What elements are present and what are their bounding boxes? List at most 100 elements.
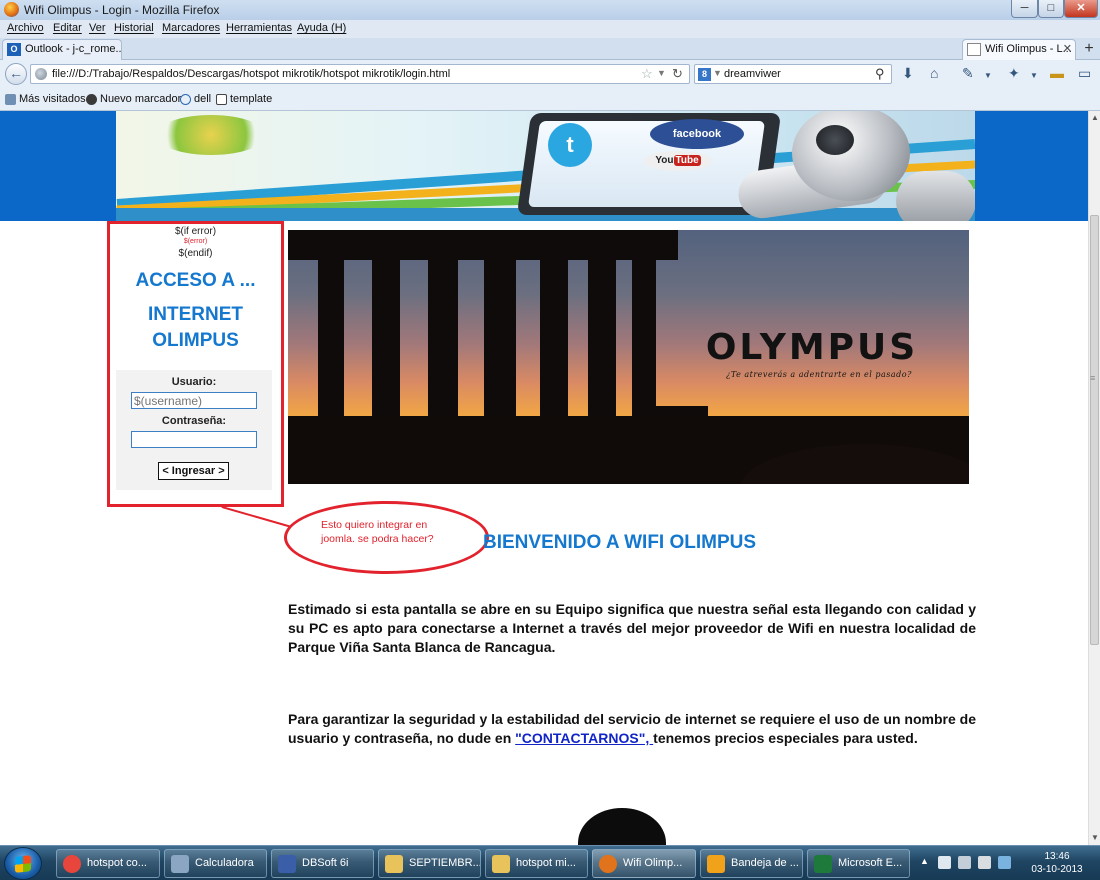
password-input[interactable] <box>131 431 257 448</box>
network-icon[interactable] <box>958 856 971 869</box>
task-calculadora[interactable]: Calculadora <box>164 849 267 878</box>
robot-body <box>896 171 975 221</box>
tab-wifi-olimpus[interactable]: Wifi Olimpus - L... ✕ <box>962 39 1076 60</box>
contact-link[interactable]: "CONTACTARNOS", <box>515 730 653 746</box>
maximize-button[interactable]: □ <box>1038 0 1064 18</box>
endif-text: $(endif) <box>178 248 213 259</box>
firefox-icon <box>599 855 617 873</box>
menu-herramientas[interactable]: Herramientas <box>226 22 292 34</box>
excel-icon <box>814 855 832 873</box>
menu-editar[interactable]: Editar <box>53 22 82 34</box>
windows-logo-icon <box>15 855 31 873</box>
task-folder-septiembre[interactable]: SEPTIEMBR... <box>378 849 481 878</box>
globe-icon <box>35 68 47 80</box>
calculator-icon <box>171 855 189 873</box>
navigation-bar: ← file:///D:/Trabajo/Respaldos/Descargas… <box>0 60 1100 88</box>
tab-label: Outlook - j-c_rome... <box>25 43 122 55</box>
feed-icon[interactable]: ▬ <box>1050 66 1064 80</box>
social-banner: t facebook You Tube <box>116 111 975 221</box>
task-outlook[interactable]: Bandeja de ... <box>700 849 803 878</box>
volume-muted-icon[interactable] <box>978 856 991 869</box>
page-icon <box>216 94 227 105</box>
close-tab-icon[interactable]: ✕ <box>1063 40 1072 58</box>
login-button[interactable]: < Ingresar > <box>158 462 229 480</box>
home-icon[interactable]: ⌂ <box>930 66 938 80</box>
task-excel[interactable]: Microsoft E... <box>807 849 910 878</box>
bookmark-template[interactable]: template <box>216 93 272 105</box>
temple-column <box>540 230 568 430</box>
close-button[interactable]: ✕ <box>1064 0 1098 18</box>
security-paragraph: Para garantizar la seguridad y la estabi… <box>288 711 976 746</box>
bookmark-folder-icon <box>5 94 16 105</box>
tab-outlook[interactable]: O Outlook - j-c_rome... <box>2 39 122 60</box>
scroll-up-icon[interactable]: ▲ <box>1091 113 1099 122</box>
search-engine-icon[interactable]: 8 <box>698 68 711 81</box>
menu-historial[interactable]: Historial <box>114 22 154 34</box>
bookmarks-toolbar: Más visitados Nuevo marcador dell templa… <box>0 88 1100 111</box>
title-bar: Wifi Olimpus - Login - Mozilla Firefox ─… <box>0 0 1100 20</box>
search-input[interactable]: dreamviwer <box>724 68 781 80</box>
system-tray-icon[interactable] <box>998 856 1011 869</box>
engine-dropdown-icon[interactable]: ▼ <box>713 68 722 78</box>
downloads-icon[interactable]: ⬇ <box>902 66 914 80</box>
olympus-logo: OLYMPUS <box>705 327 919 368</box>
clock[interactable]: 13:46 03-10-2013 <box>1018 850 1096 876</box>
reload-icon[interactable]: ↻ <box>672 66 683 82</box>
addon-tool-icon[interactable]: ✎ <box>962 66 974 80</box>
menu-archivo[interactable]: Archivo <box>7 22 44 34</box>
history-dropdown-icon[interactable]: ▼ <box>657 68 666 78</box>
folder-icon <box>492 855 510 873</box>
window-menu-icon[interactable]: ▭ <box>1078 66 1091 80</box>
if-error-text: $(if error) <box>174 226 217 237</box>
tab-label: Wifi Olimpus - L... <box>985 43 1072 55</box>
vertical-scrollbar[interactable]: ▲ ≡ ▼ <box>1088 111 1100 845</box>
page-icon <box>967 43 981 56</box>
temple-column <box>588 230 616 430</box>
password-label: Contraseña: <box>161 415 227 427</box>
bookmark-nuevo-marcador[interactable]: Nuevo marcador <box>86 93 181 105</box>
url-text[interactable]: file:///D:/Trabajo/Respaldos/Descargas/h… <box>52 68 450 80</box>
menu-ver[interactable]: Ver <box>89 22 106 34</box>
flower-decoration <box>156 115 266 155</box>
addon-dropdown-icon[interactable]: ▼ <box>984 69 992 83</box>
scrollbar-thumb[interactable] <box>1090 215 1099 645</box>
task-folder-hotspot[interactable]: hotspot mi... <box>485 849 588 878</box>
username-label: Usuario: <box>171 376 217 388</box>
task-dbsoft[interactable]: DBSoft 6i <box>271 849 374 878</box>
clock-date: 03-10-2013 <box>1031 864 1083 875</box>
action-center-flag-icon[interactable] <box>938 856 951 869</box>
task-firefox[interactable]: Wifi Olimp... <box>592 849 696 878</box>
scroll-down-icon[interactable]: ▼ <box>1091 833 1099 842</box>
url-bar[interactable]: file:///D:/Trabajo/Respaldos/Descargas/h… <box>30 64 690 84</box>
welcome-heading: BIENVENIDO A WIFI OLIMPUS <box>483 532 757 553</box>
bookmark-star-icon[interactable]: ☆ <box>641 66 653 82</box>
new-tab-button[interactable]: + <box>1080 41 1098 59</box>
start-button[interactable] <box>4 847 42 880</box>
search-icon[interactable]: ⚲ <box>875 66 885 82</box>
olympus-tagline: ¿Te atreverás a adentrarte en el pasado? <box>726 370 912 379</box>
dbsoft-icon <box>278 855 296 873</box>
menu-marcadores[interactable]: Marcadores <box>162 22 220 34</box>
addon-pin-icon[interactable]: ✦ <box>1008 66 1020 80</box>
bookmark-icon <box>86 94 97 105</box>
login-title: ACCESO A ... <box>135 270 256 291</box>
page-viewport: t facebook You Tube $(if error) $(error) … <box>0 111 1088 845</box>
back-button[interactable]: ← <box>5 63 27 85</box>
outlook-icon <box>707 855 725 873</box>
temple-column <box>428 230 458 430</box>
taskbar: hotspot co... Calculadora DBSoft 6i SEPT… <box>0 845 1100 880</box>
addon-dropdown-icon[interactable]: ▼ <box>1030 69 1038 83</box>
menu-ayuda[interactable]: Ayuda (H) <box>297 22 346 34</box>
bookmark-mas-visitados[interactable]: Más visitados <box>5 93 86 105</box>
username-input[interactable] <box>131 392 257 409</box>
minimize-button[interactable]: ─ <box>1011 0 1038 18</box>
window-title: Wifi Olimpus - Login - Mozilla Firefox <box>24 3 220 17</box>
search-bar[interactable]: 8 ▼ dreamviwer ⚲ <box>694 64 892 84</box>
dell-icon <box>180 94 191 105</box>
menu-bar: Archivo Editar Ver Historial Marcadores … <box>0 20 1100 38</box>
show-hidden-icons-icon[interactable]: ▲ <box>920 856 929 866</box>
task-chrome[interactable]: hotspot co... <box>56 849 160 878</box>
scrollbar-grip-icon: ≡ <box>1090 373 1096 383</box>
bookmark-dell[interactable]: dell <box>180 93 211 105</box>
temple-column <box>484 230 516 430</box>
